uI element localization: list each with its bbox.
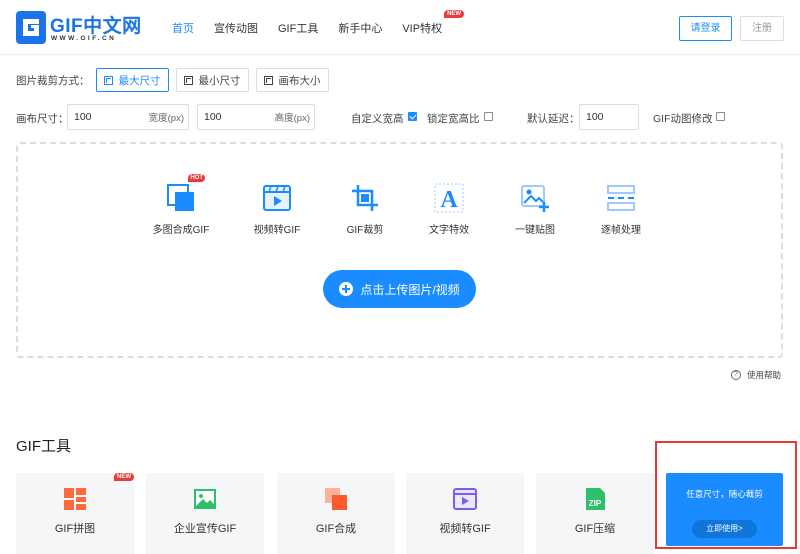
- card-enterprise-gif[interactable]: 企业宣传GIF: [146, 473, 264, 554]
- card-gif-compress[interactable]: ZIP GIF压缩: [536, 473, 654, 554]
- tool-video-to-gif[interactable]: 视频转GIF: [242, 182, 312, 236]
- nav-vip[interactable]: VIP特权 NEW: [402, 10, 465, 36]
- crop-icon: [349, 182, 381, 214]
- upload-button[interactable]: 点击上传图片/视频: [323, 270, 476, 308]
- crop-mode-canvas-label: 画布大小: [278, 74, 321, 87]
- tool-label: 视频转GIF: [253, 225, 301, 236]
- picture-icon: [194, 489, 216, 509]
- plus-circle-icon: [339, 282, 354, 296]
- card-label: 企业宣传GIF: [173, 523, 237, 535]
- login-button[interactable]: 请登录: [679, 16, 732, 41]
- card-label: GIF压缩: [574, 523, 616, 535]
- custom-ratio-checkbox[interactable]: [408, 112, 417, 121]
- nav-promo-gif[interactable]: 宣传动图: [214, 20, 258, 36]
- crop-mode-label: 图片裁剪方式：: [16, 74, 90, 87]
- custom-ratio-label: 自定义宽高: [351, 113, 404, 125]
- upload-button-label: 点击上传图片/视频: [360, 282, 460, 297]
- image-add-icon: [519, 182, 551, 214]
- collage-icon: [64, 488, 86, 510]
- svg-text:A: A: [440, 187, 458, 213]
- video-icon: [261, 182, 293, 214]
- video-icon: [453, 488, 477, 510]
- canvas-size-icon: [263, 75, 273, 85]
- delay-input[interactable]: 100: [579, 104, 639, 130]
- canvas-height-unit: 高度(px): [274, 113, 310, 124]
- promo-use-now-button[interactable]: 立即使用>: [692, 520, 757, 538]
- nav-home[interactable]: 首页: [172, 20, 194, 36]
- card-label: 视频转GIF: [439, 523, 491, 535]
- zip-icon: ZIP: [586, 488, 605, 510]
- hot-badge: HOT: [188, 174, 205, 182]
- tool-frame-by-frame[interactable]: 逐帧处理: [586, 182, 656, 236]
- gif-modify-label: GIF动图修改: [653, 113, 713, 125]
- delay-value: 100: [586, 111, 604, 123]
- card-gif-merge[interactable]: GIF合成: [277, 473, 395, 554]
- card-label: GIF拼图: [54, 523, 96, 535]
- crop-mode-min[interactable]: 最小尺寸: [175, 68, 249, 92]
- multi-image-icon: HOT: [165, 174, 205, 214]
- text-effect-icon: A: [433, 182, 465, 214]
- top-header: GIF中文网 WWW.GIF.CN 首页 宣传动图 GIF工具 新手中心 VIP…: [0, 0, 800, 55]
- crop-mode-max[interactable]: 最大尺寸: [95, 68, 169, 92]
- svg-text:ZIP: ZIP: [589, 499, 602, 508]
- gif-modify-checkbox[interactable]: [716, 112, 725, 121]
- tool-label: GIF裁剪: [346, 225, 384, 236]
- card-label: GIF合成: [315, 523, 357, 535]
- nav-beginner[interactable]: 新手中心: [338, 20, 382, 36]
- tool-label: 一键贴图: [515, 225, 555, 236]
- card-gif-collage[interactable]: NEW GIF拼图: [16, 473, 134, 554]
- tool-label: 文字特效: [429, 225, 469, 236]
- merge-icon: [325, 488, 347, 510]
- nav-gif-tools[interactable]: GIF工具: [278, 20, 318, 36]
- register-button[interactable]: 注册: [740, 16, 784, 41]
- tool-one-click-sticker[interactable]: 一键贴图: [500, 182, 570, 236]
- upload-dropzone[interactable]: [16, 142, 783, 358]
- logo-domain: WWW.GIF.CN: [51, 35, 117, 42]
- min-size-icon: [183, 75, 193, 85]
- gif-tools-title: GIF工具: [16, 438, 71, 455]
- lock-ratio-label: 锁定宽高比: [427, 113, 480, 125]
- delay-label: 默认延迟：: [527, 113, 580, 125]
- crop-mode-min-label: 最小尺寸: [198, 74, 241, 87]
- canvas-width-value: 100: [74, 111, 92, 123]
- canvas-height-field[interactable]: 100 高度(px): [197, 104, 315, 130]
- tool-gif-crop[interactable]: GIF裁剪: [330, 182, 400, 236]
- promo-text: 任意尺寸，随心裁剪: [686, 489, 763, 499]
- logo-text: GIF中文网: [50, 16, 142, 37]
- crop-mode-row: 图片裁剪方式： 最大尺寸 最小尺寸 画布大小: [16, 68, 336, 92]
- max-size-icon: [103, 75, 113, 85]
- canvas-size-label: 画布尺寸：: [16, 113, 69, 125]
- crop-mode-canvas[interactable]: 画布大小: [255, 68, 329, 92]
- logo-mark-icon: [16, 11, 46, 44]
- tool-label: 多图合成GIF: [152, 225, 210, 236]
- canvas-height-value: 100: [204, 111, 222, 123]
- tool-label: 逐帧处理: [601, 225, 641, 236]
- new-badge: NEW: [444, 10, 465, 18]
- tool-text-effect[interactable]: A 文字特效: [414, 182, 484, 236]
- new-badge: NEW: [114, 473, 134, 481]
- site-logo[interactable]: GIF中文网 WWW.GIF.CN: [16, 11, 146, 47]
- lock-ratio-checkbox[interactable]: [484, 112, 493, 121]
- nav-vip-label: VIP特权: [402, 23, 443, 35]
- tool-multi-image-gif[interactable]: HOT 多图合成GIF: [146, 174, 216, 236]
- main-nav: 首页 宣传动图 GIF工具 新手中心 VIP特权 NEW: [172, 10, 465, 36]
- help-label: 使用帮助: [747, 370, 782, 380]
- canvas-width-unit: 宽度(px): [148, 113, 184, 124]
- frames-icon: [605, 182, 637, 214]
- crop-mode-max-label: 最大尺寸: [118, 74, 161, 87]
- question-icon: ?: [731, 370, 741, 380]
- canvas-width-field[interactable]: 100 宽度(px): [67, 104, 189, 130]
- card-video-to-gif[interactable]: 视频转GIF: [406, 473, 524, 554]
- promo-card[interactable]: 任意尺寸，随心裁剪 立即使用>: [666, 473, 783, 546]
- help-link[interactable]: ? 使用帮助: [731, 369, 781, 381]
